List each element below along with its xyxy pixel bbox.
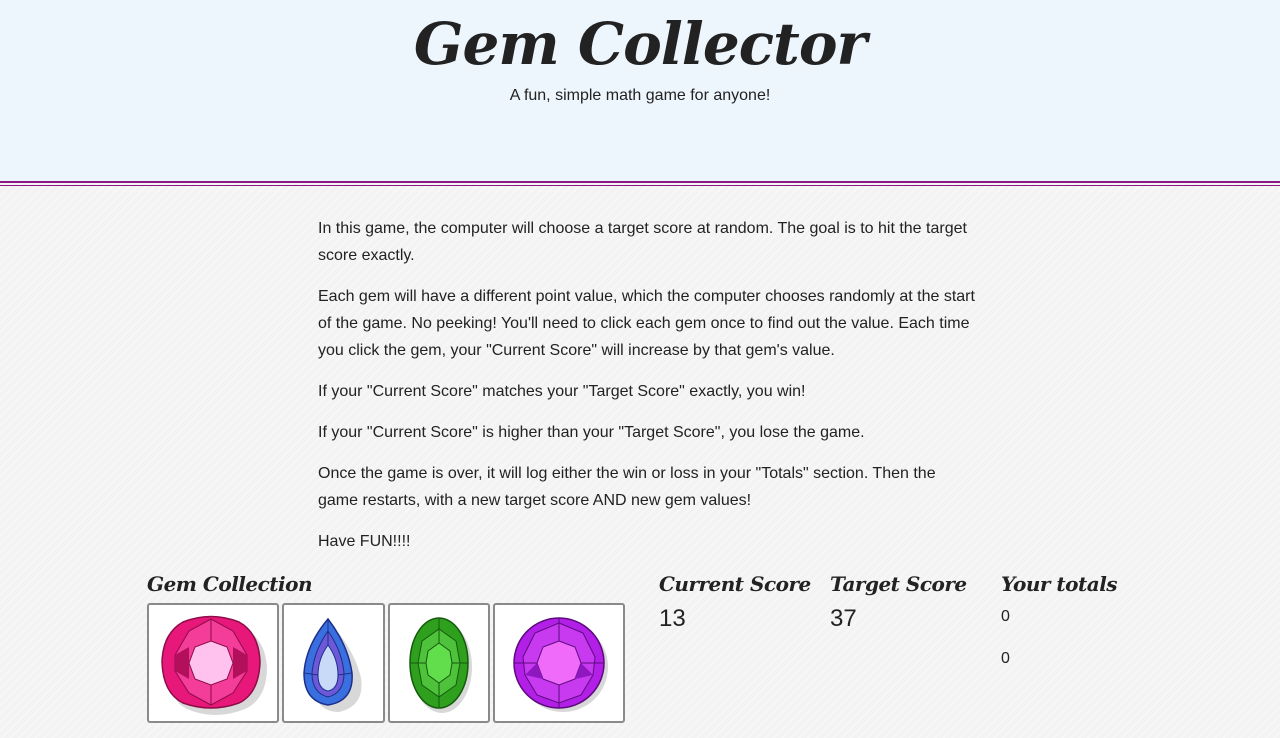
target-score-heading: Target Score bbox=[830, 572, 967, 596]
totals-heading: Your totals bbox=[1001, 572, 1118, 596]
gem-button-blue[interactable] bbox=[282, 603, 385, 723]
header-divider-thick bbox=[0, 181, 1280, 183]
instruction-paragraph: Once the game is over, it will log eithe… bbox=[318, 465, 936, 509]
instruction-paragraph: If your "Current Score" is higher than y… bbox=[318, 424, 865, 441]
page-header: Gem Collector A fun, simple math game fo… bbox=[0, 0, 1280, 181]
page-title: Gem Collector bbox=[413, 10, 867, 78]
gem-button-pink[interactable] bbox=[147, 603, 279, 723]
blue-gem-icon bbox=[303, 617, 362, 712]
purple-gem-icon bbox=[513, 617, 608, 712]
header-divider-thin bbox=[0, 185, 1280, 186]
totals-losses-value: 0 bbox=[1001, 650, 1010, 667]
totals-wins-value: 0 bbox=[1001, 608, 1010, 625]
instruction-paragraph: If your "Current Score" matches your "Ta… bbox=[318, 383, 806, 400]
current-score-heading: Current Score bbox=[659, 572, 811, 596]
pink-gem-icon bbox=[161, 615, 267, 715]
gem-button-green[interactable] bbox=[388, 603, 490, 723]
gem-button-purple[interactable] bbox=[493, 603, 625, 723]
instructions: In this game, the computer will choose a… bbox=[318, 215, 978, 569]
gem-collection-heading: Gem Collection bbox=[147, 572, 313, 596]
page-subtitle: A fun, simple math game for anyone! bbox=[509, 87, 771, 104]
current-score-value: 13 bbox=[659, 605, 686, 632]
instruction-paragraph: Have FUN!!!! bbox=[318, 533, 411, 550]
instruction-paragraph: Each gem will have a different point val… bbox=[318, 288, 975, 359]
green-gem-icon bbox=[409, 617, 472, 713]
instruction-paragraph: In this game, the computer will choose a… bbox=[318, 220, 967, 264]
target-score-value: 37 bbox=[830, 605, 857, 632]
